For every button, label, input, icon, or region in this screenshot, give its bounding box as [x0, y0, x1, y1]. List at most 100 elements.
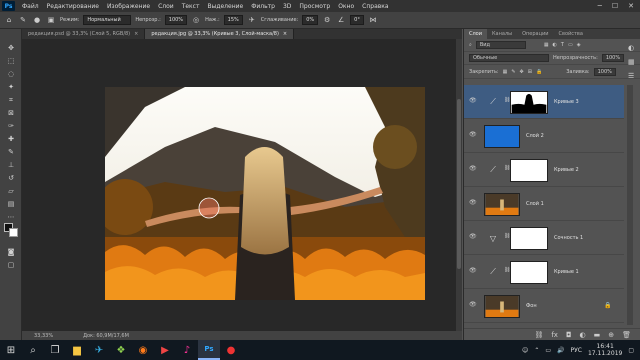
document-canvas-photo[interactable] [105, 87, 425, 300]
visibility-eye-icon[interactable]: 👁 [469, 267, 477, 275]
keyboard-language[interactable]: РУС [571, 347, 582, 354]
home-icon[interactable]: ⌂ [4, 15, 14, 25]
visibility-eye-icon[interactable]: 👁 [469, 301, 477, 309]
canvas-vertical-scrollbar[interactable] [456, 39, 462, 331]
move-tool-icon[interactable]: ✥ [4, 43, 18, 53]
media-player-icon[interactable]: ▶ [154, 340, 176, 360]
menu-filter[interactable]: Фильтр [247, 3, 279, 10]
minimize-icon[interactable]: ─ [598, 2, 602, 10]
menu-file[interactable]: Файл [18, 3, 43, 10]
maximize-icon[interactable]: ☐ [612, 2, 618, 10]
new-adjustment-icon[interactable]: ◐ [580, 331, 586, 339]
kind-filter-select[interactable]: Вид [475, 41, 526, 49]
tab-paths[interactable]: Операции [517, 29, 553, 39]
tab-channels[interactable]: Каналы [487, 29, 517, 39]
healing-tool-icon[interactable]: ✚ [4, 134, 18, 144]
new-layer-icon[interactable]: ⊕ [608, 331, 614, 339]
eyedropper-tool-icon[interactable]: ✑ [4, 121, 18, 131]
lasso-tool-icon[interactable]: ◌ [4, 69, 18, 79]
lock-brush-icon[interactable]: ✎ [511, 69, 515, 75]
lock-position-icon[interactable]: ✥ [520, 69, 524, 75]
canvas-area[interactable] [22, 39, 462, 331]
layer-row-layer-2[interactable]: 👁 Слой 2 [464, 119, 624, 153]
stamp-tool-icon[interactable]: ⊥ [4, 160, 18, 170]
menu-layers[interactable]: Слои [154, 3, 178, 10]
layer-name[interactable]: Кривые 1 [554, 269, 579, 275]
start-button-icon[interactable]: ⊞ [0, 340, 22, 360]
tab-layers[interactable]: Слои [464, 29, 487, 39]
link-layers-icon[interactable]: ⛓ [534, 331, 543, 339]
brush-preset-icon[interactable]: ● [32, 15, 42, 25]
zoom-level[interactable]: 33,33% [34, 333, 53, 339]
brush-tool-icon[interactable]: ✎ [4, 147, 18, 157]
visibility-eye-icon[interactable]: 👁 [469, 199, 477, 207]
quick-mask-icon[interactable]: ◙ [4, 247, 18, 257]
tray-people-icon[interactable]: ☺ [522, 347, 528, 354]
smoothing-settings-icon[interactable]: ⚙ [322, 15, 332, 25]
visibility-eye-icon[interactable]: 👁 [469, 165, 477, 173]
pressure-input[interactable]: 15% [223, 15, 243, 25]
task-view-icon[interactable]: ❐ [44, 340, 66, 360]
quick-select-tool-icon[interactable]: ✦ [4, 82, 18, 92]
photoshop-taskbar-icon[interactable]: Ps [198, 340, 220, 360]
swatches-panel-icon[interactable]: ▦ [628, 58, 640, 66]
crop-tool-icon[interactable]: ⌗ [4, 95, 18, 105]
recorder-icon[interactable]: ● [220, 340, 242, 360]
menu-view[interactable]: Просмотр [295, 3, 334, 10]
filter-pixel-icon[interactable]: ▦ [544, 42, 549, 48]
firefox-icon[interactable]: ◉ [132, 340, 154, 360]
layer-mask-thumbnail[interactable] [510, 159, 548, 182]
clock[interactable]: 16:41 17.11.2019 [588, 343, 622, 357]
symmetry-icon[interactable]: ⋈ [368, 15, 378, 25]
layer-name[interactable]: Слой 1 [526, 201, 544, 207]
mode-select[interactable]: Нормальный [83, 15, 132, 25]
gradient-tool-icon[interactable]: ▤ [4, 199, 18, 209]
background-color-swatch[interactable] [9, 228, 18, 237]
scroll-thumb[interactable] [457, 99, 461, 269]
layer-name[interactable]: Кривые 2 [554, 167, 579, 173]
airbrush-icon[interactable]: ✈ [247, 15, 257, 25]
layer-row-layer-1[interactable]: 👁 Слой 1 [464, 187, 624, 221]
close-icon[interactable]: ✕ [628, 2, 634, 10]
layer-row-background[interactable]: 👁 Фон 🔒 [464, 289, 624, 323]
add-mask-icon[interactable]: ◘ [566, 331, 572, 339]
lock-pixels-icon[interactable]: ▦ [503, 69, 508, 75]
history-brush-icon[interactable]: ↺ [4, 173, 18, 183]
filter-adjustment-icon[interactable]: ◐ [553, 42, 557, 48]
layer-thumbnail[interactable] [484, 193, 520, 216]
delete-layer-icon[interactable]: 🗑 [622, 331, 631, 339]
layer-name[interactable]: Фон [526, 303, 537, 309]
notifications-icon[interactable]: ▢ [628, 347, 634, 354]
tab-properties[interactable]: Свойства [554, 29, 588, 39]
libraries-panel-icon[interactable]: ☰ [628, 72, 640, 80]
angle-icon[interactable]: ∠ [336, 15, 346, 25]
lock-artboard-icon[interactable]: ⊞ [528, 69, 532, 75]
angle-input[interactable]: 0° [350, 15, 364, 25]
layer-thumbnail[interactable] [484, 295, 520, 318]
more-tools-icon[interactable]: ⋯ [4, 212, 18, 222]
layer-row-vibrance-1[interactable]: 👁 ▽ ⛓ Сочность 1 [464, 221, 624, 255]
marquee-tool-icon[interactable]: ⬚ [4, 56, 18, 66]
layer-opacity-input[interactable]: 100% [601, 54, 625, 62]
filter-type-icon[interactable]: T [561, 42, 564, 48]
layer-row-curves-2[interactable]: 👁 ⟋ ⛓ Кривые 2 [464, 153, 624, 187]
layer-name[interactable]: Кривые 3 [554, 99, 579, 105]
menu-edit[interactable]: Редактирование [43, 3, 103, 10]
layer-mask-thumbnail[interactable] [510, 227, 548, 250]
tray-arrow-icon[interactable]: ⌃ [534, 347, 539, 354]
search-icon[interactable]: ⌕ [22, 340, 44, 360]
layer-mask-thumbnail[interactable] [510, 91, 548, 114]
network-icon[interactable]: ▭ [545, 347, 551, 354]
tab-jpg-document[interactable]: редакция.jpg @ 33,3% (Кривые 3, Слой-мас… [145, 29, 295, 39]
telegram-icon[interactable]: ✈ [88, 340, 110, 360]
new-group-icon[interactable]: ▬ [594, 331, 601, 339]
tab-close-icon[interactable]: × [283, 31, 287, 37]
layer-name[interactable]: Сочность 1 [554, 235, 583, 241]
color-panel-icon[interactable]: ◐ [628, 44, 640, 52]
layer-row-curves-1[interactable]: 👁 ⟋ ⛓ Кривые 1 [464, 255, 624, 289]
fill-input[interactable]: 100% [593, 67, 616, 76]
menu-select[interactable]: Выделение [203, 3, 247, 10]
tab-close-icon[interactable]: × [134, 31, 138, 37]
lock-all-icon[interactable]: 🔒 [536, 69, 542, 75]
brush-tool-icon[interactable]: ✎ [18, 15, 28, 25]
